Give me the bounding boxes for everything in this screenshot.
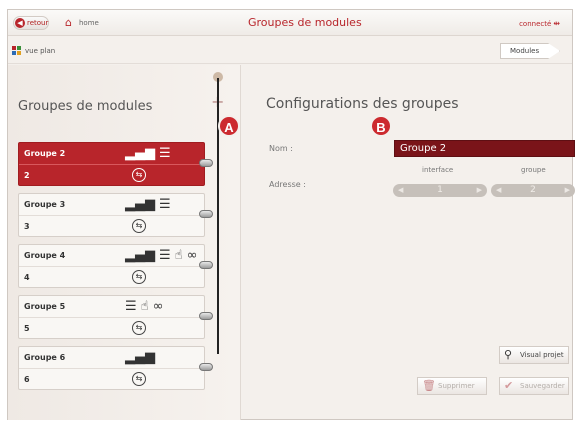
interface-label: interface [422, 166, 454, 174]
visual-projet-label: Visual projet [520, 351, 564, 359]
group-number: 6 [24, 375, 30, 384]
traffic-light-icon: ☰ [159, 146, 171, 161]
traffic-light-icon: ☰ [159, 197, 171, 212]
supprimer-label: Supprimer [438, 382, 475, 390]
connector-handle[interactable] [199, 159, 213, 167]
hand-pointer-icon: ☝ [140, 299, 149, 314]
nom-input[interactable] [394, 140, 575, 157]
group-card[interactable]: Groupe 4 ▂▄▆ ☰ ☝ ∞ 4 ⇆ [18, 244, 205, 288]
group-number: 5 [24, 324, 30, 333]
annotation-badge-a: A [218, 115, 240, 137]
groups-panel-title: Groupes de modules [18, 99, 153, 114]
trash-icon: 🗑 [422, 379, 436, 392]
groupe-value: 2 [530, 185, 536, 195]
supprimer-button[interactable]: 🗑 Supprimer [417, 377, 487, 395]
signal-icon: ▂▄▆ [125, 197, 155, 212]
connector-handle[interactable] [199, 363, 213, 371]
grid-icon [12, 46, 22, 56]
home-button[interactable]: ⌂ home [65, 16, 99, 29]
usb-icon: ⇆ [132, 219, 146, 233]
visual-projet-button[interactable]: ⚲ Visual projet [499, 346, 569, 364]
group-card[interactable]: Groupe 6 ▂▄▆ 6 ⇆ [18, 346, 205, 390]
vue-plan-label: vue plan [25, 47, 56, 55]
nom-label: Nom : [269, 144, 293, 153]
retour-button[interactable]: ◀ retour [13, 16, 49, 30]
group-card[interactable]: Groupe 3 ▂▄▆ ☰ 3 ⇆ [18, 193, 205, 237]
link-icon: ∞ [152, 299, 164, 314]
group-card[interactable]: Groupe 5 ☰ ☝ ∞ 5 ⇆ [18, 295, 205, 339]
sauvegarder-label: Sauvegarder [520, 382, 565, 390]
signal-icon: ▂▄▆ [125, 248, 155, 263]
connector-handle[interactable] [199, 312, 213, 320]
back-arrow-icon: ◀ [15, 18, 25, 28]
usb-icon: ⇆ [132, 270, 146, 284]
checkmark-icon: ✔ [504, 379, 514, 392]
sub-bar: vue plan Modules [8, 36, 572, 64]
group-name: Groupe 5 [24, 302, 66, 311]
usb-icon: ⇆ [132, 372, 146, 386]
breadcrumb-modules[interactable]: Modules [500, 43, 560, 59]
increment-arrow-icon[interactable]: ▶ [477, 184, 482, 197]
group-card[interactable]: Groupe 2 ▂▄▆ ☰ 2 ⇆ [18, 142, 205, 186]
connection-status: connecté ⇹ [519, 19, 560, 29]
retour-label: retour [27, 19, 49, 27]
connection-label: connecté [519, 20, 552, 28]
top-bar: ◀ retour ⌂ home Groupes de modules conne… [8, 10, 572, 36]
hand-pointer-icon: ☝ [174, 248, 183, 263]
group-name: Groupe 3 [24, 200, 66, 209]
magnifier-icon: ⚲ [504, 348, 513, 361]
vue-plan-button[interactable]: vue plan [12, 46, 55, 56]
sauvegarder-button[interactable]: ✔ Sauvegarder [499, 377, 569, 395]
group-number: 3 [24, 222, 30, 231]
interface-value: 1 [437, 185, 443, 195]
page-title: Groupes de modules [248, 16, 362, 29]
group-name: Groupe 4 [24, 251, 66, 260]
traffic-light-icon: ☰ [159, 248, 171, 263]
app-window: ◀ retour ⌂ home Groupes de modules conne… [7, 9, 575, 420]
groupe-stepper[interactable]: ◀ 2 ▶ [491, 184, 575, 197]
increment-arrow-icon[interactable]: ▶ [565, 184, 570, 197]
groupe-label: groupe [521, 166, 546, 174]
interface-stepper[interactable]: ◀ 1 ▶ [393, 184, 487, 197]
plug-icon: ⇹ [553, 19, 560, 28]
group-name: Groupe 2 [24, 149, 66, 158]
annotation-badge-b: B [370, 115, 392, 137]
usb-icon: ⇆ [132, 168, 146, 182]
connector-handle[interactable] [199, 261, 213, 269]
group-number: 2 [24, 171, 30, 180]
group-number: 4 [24, 273, 30, 282]
connector-handle[interactable] [199, 210, 213, 218]
home-icon: ⌂ [65, 16, 72, 29]
signal-icon: ▂▄▆ [125, 350, 155, 365]
signal-icon: ▂▄▆ [125, 146, 155, 161]
config-title: Configurations des groupes [266, 96, 459, 112]
traffic-light-icon: ☰ [125, 299, 137, 314]
link-icon: ∞ [186, 248, 198, 263]
usb-icon: ⇆ [132, 321, 146, 335]
adresse-label: Adresse : [269, 180, 306, 189]
group-name: Groupe 6 [24, 353, 66, 362]
home-label: home [79, 19, 99, 27]
